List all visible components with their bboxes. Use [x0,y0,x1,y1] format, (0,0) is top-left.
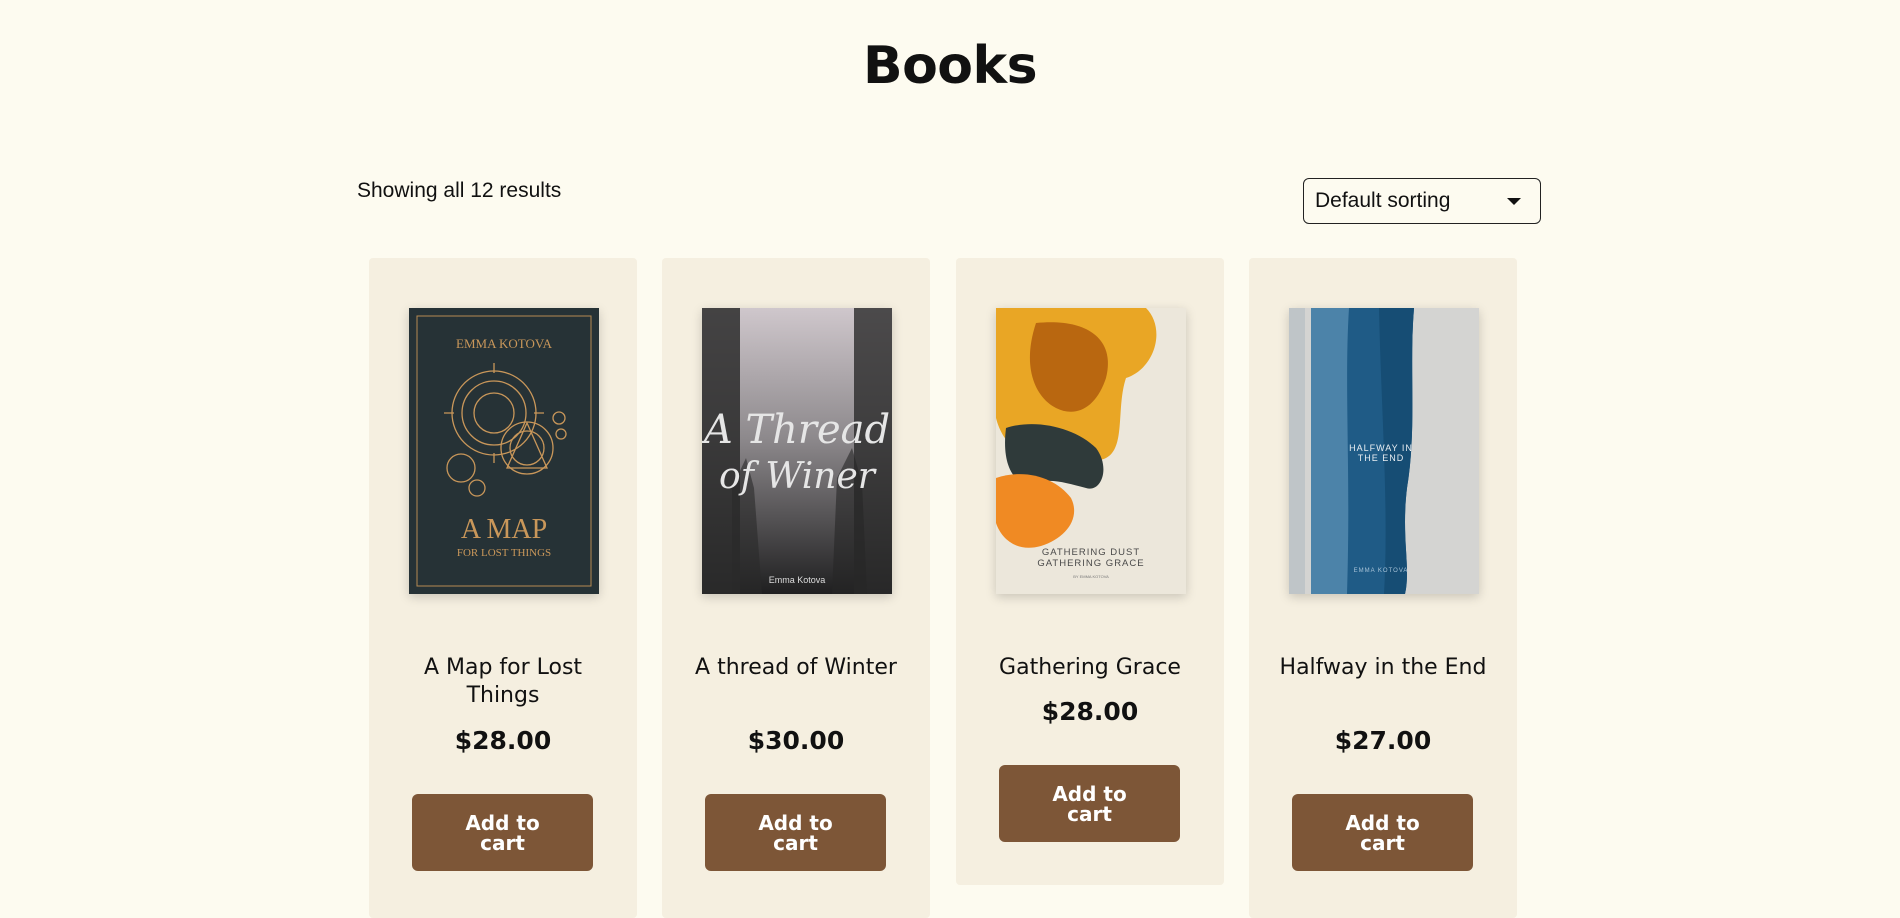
sort-select-value: Default sorting [1315,189,1451,212]
add-to-cart-button[interactable]: Add to cart [1292,794,1473,871]
cover-subtitle: THE END [1358,453,1405,463]
product-price: $27.00 [1334,726,1432,755]
product-title[interactable]: Gathering Grace [976,654,1204,682]
product-image[interactable]: HALFWAY IN THE END EMMA KOTOVA [1289,308,1479,594]
product-image[interactable]: EMMA KOTOVA A MAP FOR LOST THINGS [409,308,599,594]
product-price: $28.00 [1041,697,1139,726]
caret-down-icon [1507,198,1521,205]
product-card: HALFWAY IN THE END EMMA KOTOVA Halfway i… [1249,258,1517,918]
book-cover-halfway: HALFWAY IN THE END EMMA KOTOVA [1289,308,1479,594]
product-title[interactable]: Halfway in the End [1269,654,1497,682]
result-count: Showing all 12 results [357,179,562,202]
cover-author: EMMA KOTOVA [1354,568,1409,574]
cover-title: A Thread [702,407,890,453]
cover-title: A MAP [461,514,547,545]
product-image[interactable]: A Thread of Winer Emma Kotova [702,308,892,594]
product-price: $30.00 [747,726,845,755]
cover-title: GATHERING DUST [1042,547,1140,558]
product-title[interactable]: A thread of Winter [682,654,910,682]
product-image[interactable]: GATHERING DUST GATHERING GRACE BY EMMA K… [996,308,1186,594]
book-cover-gathering: GATHERING DUST GATHERING GRACE BY EMMA K… [996,308,1186,594]
product-card: A Thread of Winer Emma Kotova A thread o… [662,258,930,918]
product-card: EMMA KOTOVA A MAP FOR LOST THINGS A Map … [369,258,637,918]
page-title: Books [862,36,1038,96]
cover-author: EMMA KOTOVA [456,336,553,351]
cover-subtitle: of Winer [719,456,877,497]
cover-author: Emma Kotova [769,575,826,585]
product-card: GATHERING DUST GATHERING GRACE BY EMMA K… [956,258,1224,885]
add-to-cart-button[interactable]: Add to cart [999,765,1180,842]
cover-subtitle: GATHERING GRACE [1037,558,1144,569]
cover-author: BY EMMA KOTOVA [1073,574,1109,579]
book-cover-map: EMMA KOTOVA A MAP FOR LOST THINGS [409,308,599,594]
add-to-cart-button[interactable]: Add to cart [705,794,886,871]
book-cover-thread: A Thread of Winer Emma Kotova [702,308,892,594]
sort-select[interactable]: Default sorting [1303,178,1541,224]
cover-subtitle: FOR LOST THINGS [457,547,551,559]
product-title[interactable]: A Map for Lost Things [389,654,617,710]
cover-title: HALFWAY IN [1349,443,1413,453]
add-to-cart-button[interactable]: Add to cart [412,794,593,871]
product-price: $28.00 [454,726,552,755]
